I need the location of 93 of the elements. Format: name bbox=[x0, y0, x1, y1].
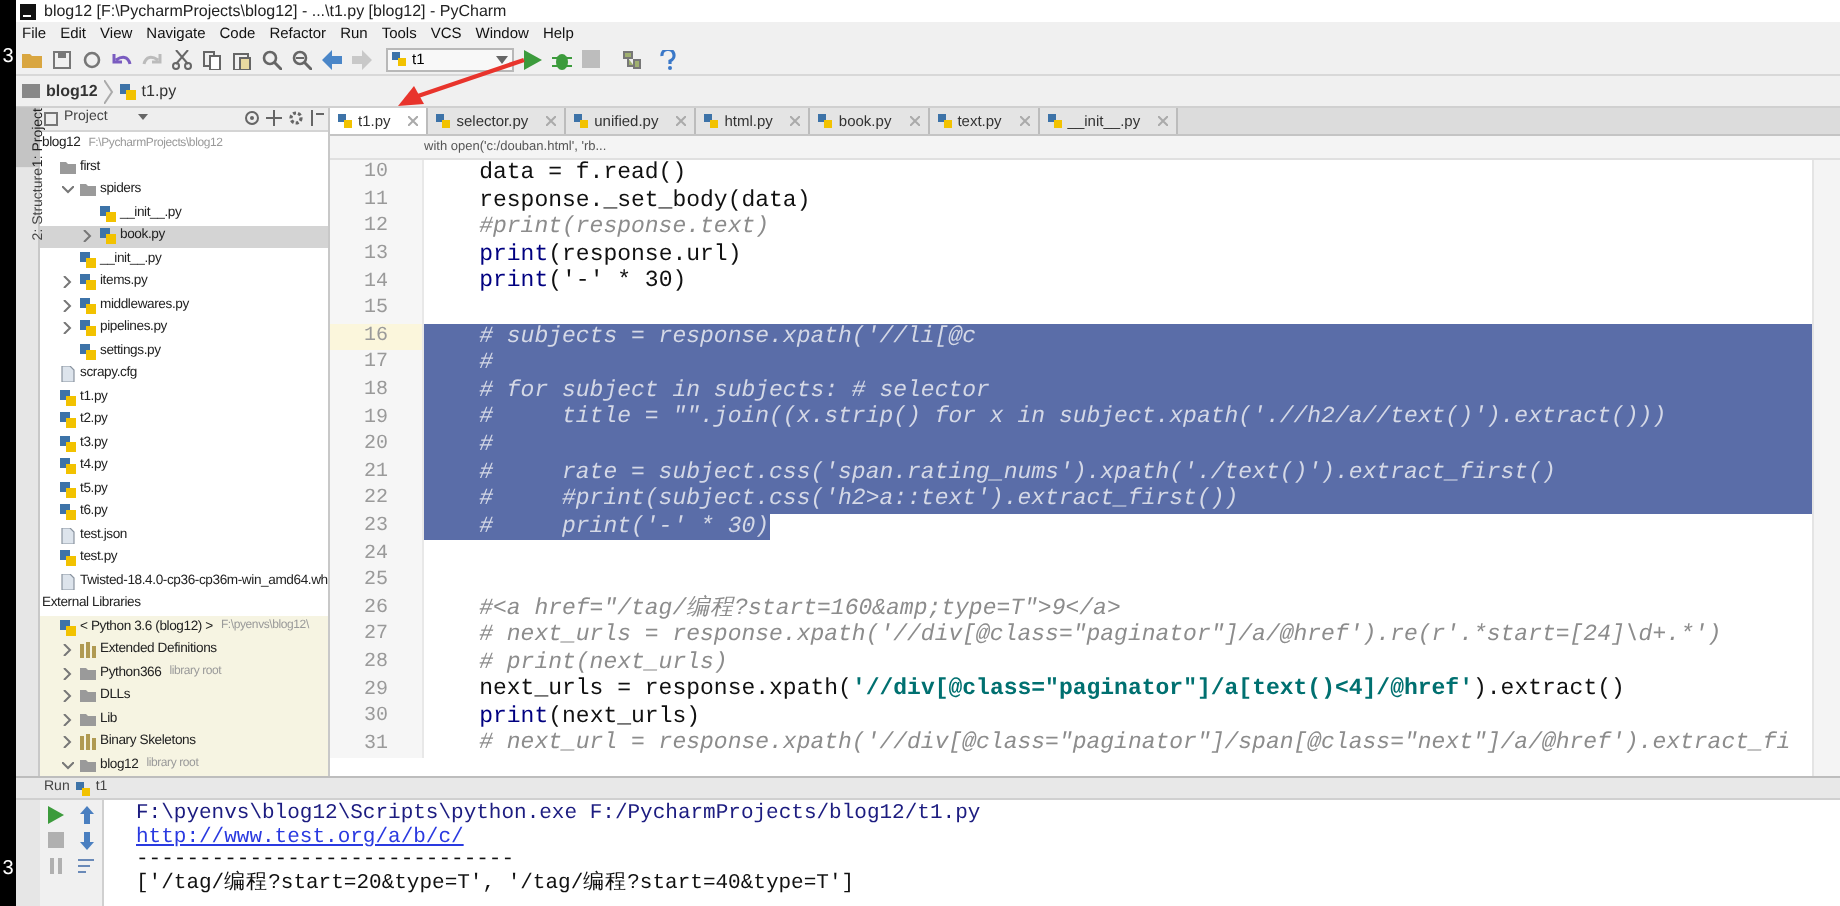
line-number: 10 bbox=[363, 160, 388, 189]
chevron-right-icon[interactable] bbox=[62, 322, 74, 335]
line-number: 25 bbox=[363, 568, 388, 597]
back-icon[interactable] bbox=[322, 49, 342, 69]
caret-icon bbox=[496, 55, 508, 63]
caret-icon[interactable] bbox=[137, 114, 148, 123]
python-icon bbox=[1047, 114, 1062, 128]
run-icon[interactable] bbox=[524, 49, 542, 69]
paste-icon[interactable] bbox=[232, 49, 252, 69]
code-line: # print(next_urls) bbox=[477, 649, 728, 677]
line-number: 28 bbox=[363, 649, 388, 678]
output-link[interactable]: http://www.test.org/a/b/c/ bbox=[136, 827, 464, 851]
python-icon bbox=[60, 619, 76, 636]
line-number: 31 bbox=[363, 731, 388, 760]
scrollbar[interactable] bbox=[1812, 160, 1840, 776]
line-number: 16 bbox=[363, 323, 388, 352]
save-icon[interactable] bbox=[52, 49, 72, 69]
edge-mark: 3 bbox=[2, 860, 14, 880]
line-number: 17 bbox=[363, 350, 388, 379]
chevron-right-icon[interactable] bbox=[62, 644, 74, 657]
code-line: # next_url = response.xpath('//div[@class="paginator"]/span[@class="next"]/a/@href').extract_fi bbox=[477, 730, 1791, 759]
python-icon bbox=[574, 114, 589, 128]
chevron-right-icon[interactable] bbox=[62, 690, 74, 703]
chevron-right-icon[interactable] bbox=[82, 230, 94, 243]
line-number: 18 bbox=[363, 378, 388, 407]
breadcrumb-item[interactable]: t1.py bbox=[141, 79, 177, 103]
chevron-down-icon[interactable] bbox=[62, 186, 74, 195]
help-icon[interactable] bbox=[660, 49, 676, 69]
breadcrumb-item[interactable]: blog12 bbox=[46, 79, 98, 103]
code-line: #print(response.text) bbox=[477, 214, 770, 242]
line-number: 26 bbox=[363, 595, 388, 624]
code-line: print(next_urls) bbox=[477, 703, 701, 731]
line-number: 11 bbox=[363, 187, 388, 216]
cut-icon[interactable] bbox=[172, 49, 192, 69]
settings-icon[interactable] bbox=[288, 110, 304, 127]
chevron-right-icon[interactable] bbox=[62, 667, 74, 680]
run-icon[interactable] bbox=[47, 806, 64, 824]
code-line: response._set_body(data) bbox=[477, 187, 811, 215]
line-number: 19 bbox=[363, 405, 388, 434]
output-line: F:\pyenvs\blog12\Scripts\python.exe F:/PycharmProjects/blog12/t1.py bbox=[136, 804, 981, 826]
annotation-arrow bbox=[398, 56, 528, 108]
python-icon bbox=[119, 83, 136, 99]
python-icon bbox=[60, 550, 76, 567]
bug-icon[interactable] bbox=[552, 49, 572, 69]
target-icon[interactable] bbox=[244, 110, 260, 127]
line-number: 29 bbox=[363, 677, 388, 706]
output-line: ['/tag/编程?start=20&type=T', '/tag/编程?start=40&type=T'] bbox=[136, 873, 855, 897]
line-number: 23 bbox=[363, 514, 388, 543]
chevron-right-icon[interactable] bbox=[62, 713, 74, 726]
python-icon bbox=[704, 114, 719, 128]
file-icon bbox=[60, 527, 76, 544]
code-line: # next_urls = response.xpath('//div[@class="paginator"]/a/@href').re(r'.*start=[24]\d+.*') bbox=[477, 622, 1722, 650]
line-number: 24 bbox=[363, 541, 388, 570]
line-number: 13 bbox=[363, 242, 388, 271]
library-icon bbox=[80, 734, 96, 751]
line-number: 14 bbox=[363, 269, 388, 298]
python-icon bbox=[436, 114, 451, 128]
close-icon[interactable] bbox=[408, 116, 419, 126]
file-icon bbox=[60, 573, 76, 590]
line-number: 27 bbox=[363, 622, 388, 651]
chevron-right-icon[interactable] bbox=[62, 736, 74, 749]
line-number: 21 bbox=[363, 459, 388, 488]
python-icon bbox=[392, 52, 406, 66]
code-line: #<a href="/tag/编程?start=160&amp;type=T">9</a> bbox=[477, 595, 1121, 623]
window-title: blog12 [F:\PycharmProjects\blog12] - ...\t1.py [blog12] - PyCharm bbox=[44, 0, 507, 23]
line-number: 30 bbox=[363, 704, 388, 733]
copy-icon[interactable] bbox=[202, 49, 222, 69]
code-line: data = f.read() bbox=[477, 160, 687, 188]
line-number: 20 bbox=[363, 432, 388, 461]
code-line: next_urls = response.xpath('//div[@class="paginator"]/a[text()<4]/@href').extract() bbox=[477, 676, 1625, 704]
python-icon bbox=[338, 114, 352, 128]
wrap-icon[interactable] bbox=[78, 858, 95, 874]
search-icon[interactable] bbox=[262, 49, 282, 69]
output-line: ------------------------------ bbox=[136, 850, 515, 873]
line-number: 22 bbox=[363, 486, 388, 515]
chevron-down-icon[interactable] bbox=[62, 761, 74, 770]
undo-icon[interactable] bbox=[112, 49, 132, 69]
edge-mark: 3 bbox=[2, 48, 14, 68]
line-number: 12 bbox=[363, 214, 388, 243]
structure-icon[interactable] bbox=[622, 49, 642, 69]
python-icon bbox=[75, 781, 90, 795]
code-line: print(response.url) bbox=[477, 241, 742, 269]
code-line: print('-' * 30) bbox=[477, 268, 687, 296]
arrow-up-icon[interactable] bbox=[79, 806, 94, 824]
python-icon bbox=[818, 114, 833, 128]
python-icon bbox=[937, 114, 952, 128]
library-icon bbox=[80, 642, 96, 659]
chevron-icon bbox=[103, 79, 114, 103]
chevron-right-icon[interactable] bbox=[62, 276, 74, 289]
arrow-down-icon[interactable] bbox=[79, 832, 94, 850]
line-number: 15 bbox=[363, 296, 388, 325]
file-icon bbox=[60, 366, 76, 383]
chevron-right-icon[interactable] bbox=[62, 299, 74, 312]
